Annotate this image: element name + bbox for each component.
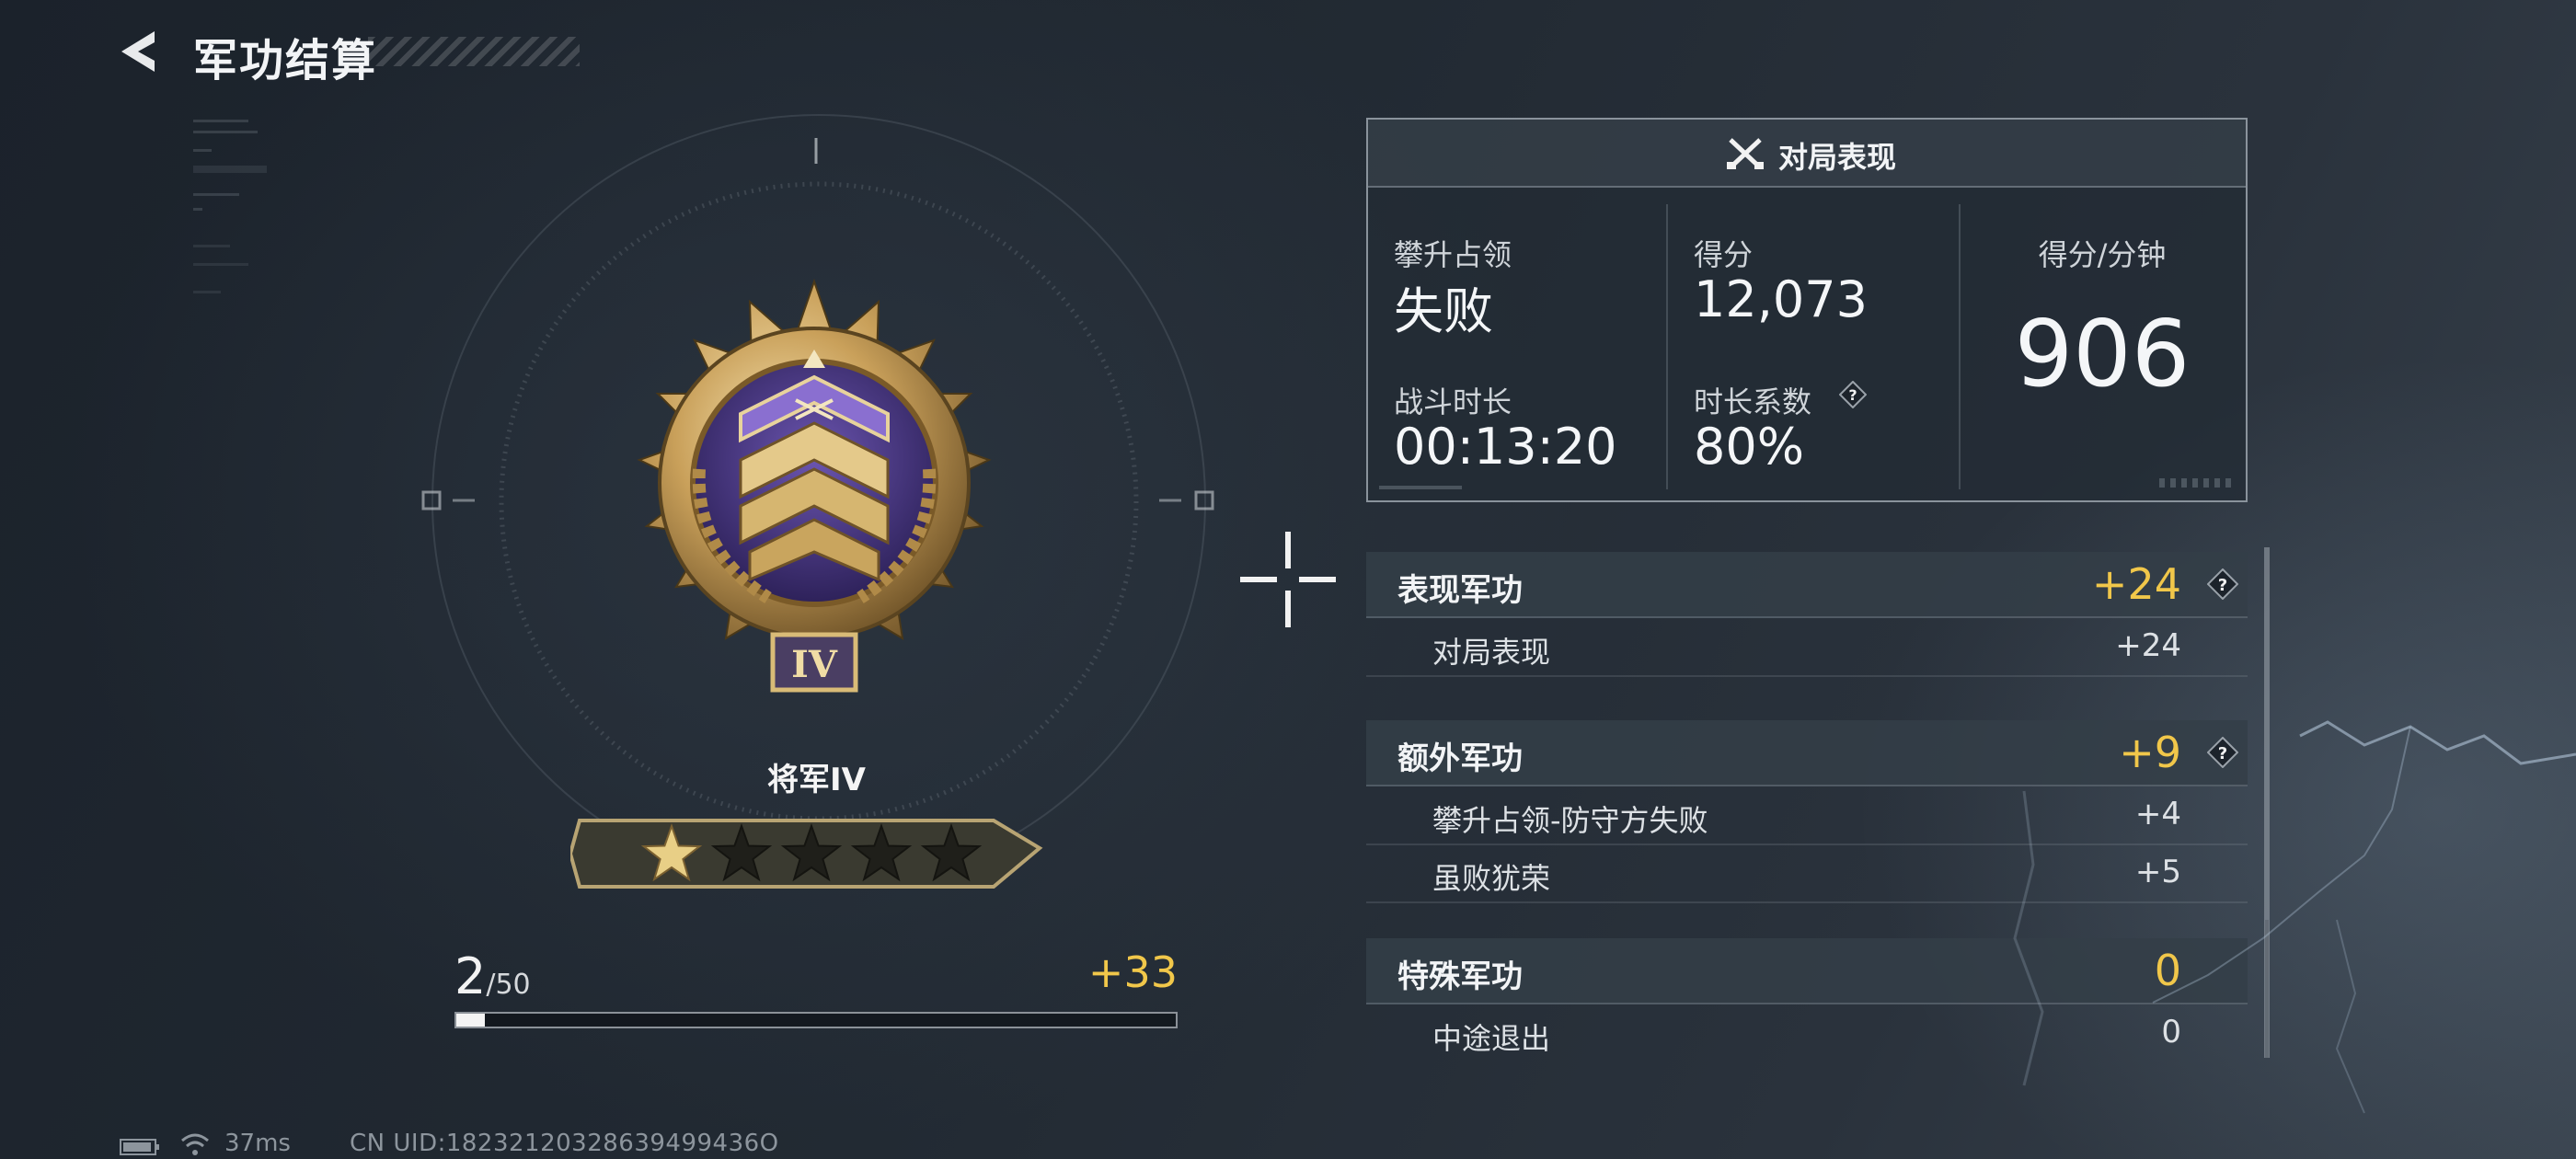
merit-item-label: 攀升占领-防守方失败 <box>1432 803 1708 838</box>
help-icon[interactable]: ? <box>2207 568 2238 600</box>
score-value: 12,073 <box>1694 270 1868 328</box>
back-arrow-icon[interactable] <box>118 28 164 75</box>
rank-progress-bar <box>454 1012 1178 1028</box>
title-decoration <box>368 37 580 66</box>
rank-progress-text: 2/50 <box>454 947 531 1005</box>
merit-item-label: 中途退出 <box>1432 1021 1551 1056</box>
crossed-swords-icon <box>1727 138 1764 169</box>
match-performance-panel: 对局表现 攀升占领 失败 战斗时长 00:13:20 得分 12,073 时长系… <box>1366 118 2248 502</box>
panel-deco <box>1379 486 1462 489</box>
rank-medal-icon: IV <box>637 278 992 693</box>
rank-progress-fill <box>456 1014 486 1027</box>
merit-header-performance: 表现军功 +24 ? <box>1366 552 2248 618</box>
mode-result: 失败 <box>1394 282 1493 340</box>
battery-icon <box>120 1139 159 1155</box>
progress-current: 2 <box>454 947 487 1005</box>
spm-label: 得分/分钟 <box>2038 237 2167 272</box>
page-title: 军功结算 <box>193 35 378 86</box>
factor-label: 时长系数 <box>1694 384 1812 419</box>
progress-total: /50 <box>486 969 531 1001</box>
rank-name: 将军IV <box>767 762 866 798</box>
spm-value: 906 <box>2014 300 2191 407</box>
lightning-decoration <box>2013 720 2576 1114</box>
wifi-icon <box>181 1133 209 1155</box>
duration-value: 00:13:20 <box>1394 418 1617 476</box>
panel-deco <box>2159 478 2233 488</box>
divider <box>1666 204 1668 489</box>
merit-item-label: 虽败犹荣 <box>1432 861 1551 896</box>
medal-numeral: IV <box>791 643 838 686</box>
merit-item-value: +24 <box>2115 627 2181 664</box>
merit-title: 额外军功 <box>1397 740 1523 777</box>
panel-header: 对局表现 <box>1368 120 2246 188</box>
merit-item-label: 对局表现 <box>1432 635 1551 670</box>
panel-title: 对局表现 <box>1778 140 1897 175</box>
ping-text: 37ms <box>224 1130 291 1157</box>
factor-help-icon[interactable]: ? <box>1839 381 1867 408</box>
score-label: 得分 <box>1694 237 1754 272</box>
mode-label: 攀升占领 <box>1394 237 1512 272</box>
factor-value: 80% <box>1694 418 1805 476</box>
progress-gain: +33 <box>1087 947 1178 997</box>
merit-title: 特殊军功 <box>1397 958 1523 995</box>
faint-hud-text <box>193 120 267 293</box>
star-rating <box>570 819 1043 889</box>
svg-text:?: ? <box>1848 386 1857 404</box>
merit-total: +24 <box>2091 559 2181 609</box>
crosshair-icon <box>1240 532 1336 627</box>
merit-title: 表现军功 <box>1397 572 1523 609</box>
uid-text: CN UID:18232120328639499436O <box>350 1130 779 1157</box>
merit-item: 对局表现 +24 <box>1366 618 2248 677</box>
svg-text:?: ? <box>2218 576 2227 595</box>
duration-label: 战斗时长 <box>1394 384 1512 419</box>
